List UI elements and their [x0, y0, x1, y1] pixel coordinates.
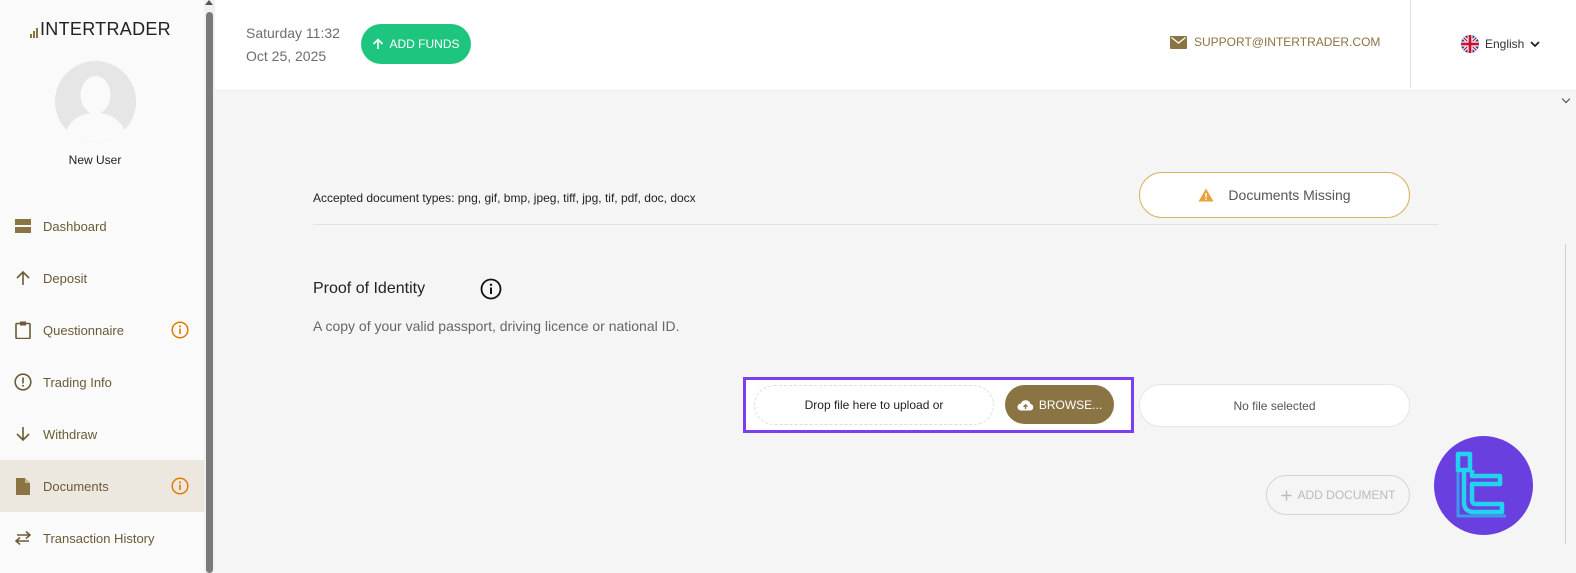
- accepted-document-types: Accepted document types: png, gif, bmp, …: [313, 191, 696, 205]
- uk-flag-icon: [1461, 35, 1479, 53]
- scroll-up-arrow-icon[interactable]: [205, 0, 213, 5]
- sidebar-item-label: Questionnaire: [43, 322, 124, 338]
- arrow-up-icon: [373, 38, 384, 49]
- sidebar-item-transaction-history[interactable]: Transaction History: [0, 512, 204, 564]
- sidebar: INTERTRADER New User Dashboard Deposit Q…: [0, 0, 204, 573]
- add-document-label: ADD DOCUMENT: [1297, 488, 1396, 502]
- top-header: Saturday 11:32 Oct 25, 2025 ADD FUNDS SU…: [215, 0, 1576, 91]
- info-warning-icon: [171, 477, 189, 495]
- avatar[interactable]: [55, 61, 136, 142]
- chevron-down-icon: [1530, 40, 1540, 47]
- user-name: New User: [68, 153, 122, 167]
- brand-watermark-logo: [1434, 436, 1533, 535]
- mail-icon: [1170, 35, 1187, 49]
- datetime: Saturday 11:32 Oct 25, 2025: [246, 22, 340, 68]
- document-icon: [14, 477, 32, 495]
- divider: [313, 224, 1438, 225]
- browse-label: BROWSE...: [1038, 397, 1103, 412]
- info-icon[interactable]: [480, 278, 502, 300]
- support-email: SUPPORT@INTERTRADER.COM: [1194, 35, 1381, 49]
- sidebar-item-withdraw[interactable]: Withdraw: [0, 408, 204, 460]
- user-silhouette-icon: [55, 61, 136, 142]
- dashboard-icon: [14, 217, 32, 235]
- plus-icon: [1281, 490, 1291, 500]
- add-funds-button[interactable]: ADD FUNDS: [361, 24, 471, 64]
- language-selector[interactable]: English: [1461, 35, 1540, 53]
- support-email-link[interactable]: SUPPORT@INTERTRADER.COM: [1170, 35, 1380, 49]
- sidebar-item-label: Trading Info: [43, 374, 112, 390]
- tc-logo-icon: [1455, 451, 1506, 517]
- section-description: A copy of your valid passport, driving l…: [313, 318, 680, 334]
- header-divider: [1410, 0, 1411, 88]
- sidebar-item-label: Transaction History: [43, 530, 155, 546]
- arrow-down-icon: [14, 425, 32, 443]
- cloud-upload-icon: [1017, 399, 1034, 410]
- sidebar-item-deposit[interactable]: Deposit: [0, 252, 204, 304]
- sidebar-item-label: Deposit: [43, 270, 88, 286]
- scroll-thumb[interactable]: [206, 12, 213, 573]
- section-title: Proof of Identity: [313, 280, 426, 297]
- day-time: Saturday 11:32: [246, 25, 340, 41]
- edge-chevron-icon: [1561, 94, 1571, 104]
- status-label: Documents Missing: [1228, 187, 1351, 203]
- add-funds-label: ADD FUNDS: [389, 37, 460, 51]
- logo-bars-icon: [30, 26, 38, 40]
- sidebar-item-documents[interactable]: Documents: [0, 460, 204, 512]
- sidebar-nav: Dashboard Deposit Questionnaire Trading …: [0, 200, 204, 564]
- sidebar-item-label: Dashboard: [43, 218, 107, 234]
- browse-button[interactable]: BROWSE...: [1005, 385, 1114, 424]
- documents-missing-status: Documents Missing: [1139, 172, 1410, 218]
- info-warning-icon: [171, 321, 189, 339]
- page-scrollbar-track: [1565, 244, 1566, 544]
- swap-icon: [14, 529, 32, 547]
- add-document-button[interactable]: ADD DOCUMENT: [1266, 475, 1410, 515]
- logo-text: INTERTRADER: [40, 19, 171, 39]
- sidebar-item-dashboard[interactable]: Dashboard: [0, 200, 204, 252]
- sidebar-item-label: Withdraw: [43, 426, 98, 442]
- language-label: English: [1485, 37, 1525, 51]
- warning-triangle-icon: [1198, 188, 1214, 202]
- sidebar-item-label: Documents: [43, 478, 109, 494]
- sidebar-item-questionnaire[interactable]: Questionnaire: [0, 304, 204, 356]
- arrow-up-icon: [14, 269, 32, 287]
- clipboard-icon: [14, 321, 32, 339]
- intertrader-logo[interactable]: INTERTRADER: [30, 19, 171, 40]
- sidebar-item-trading-info[interactable]: Trading Info: [0, 356, 204, 408]
- selected-file-display: No file selected: [1139, 384, 1410, 427]
- alert-circle-icon: [14, 373, 32, 391]
- date: Oct 25, 2025: [246, 48, 327, 64]
- file-dropzone[interactable]: Drop file here to upload or: [754, 385, 994, 425]
- sidebar-scrollbar[interactable]: [204, 0, 215, 573]
